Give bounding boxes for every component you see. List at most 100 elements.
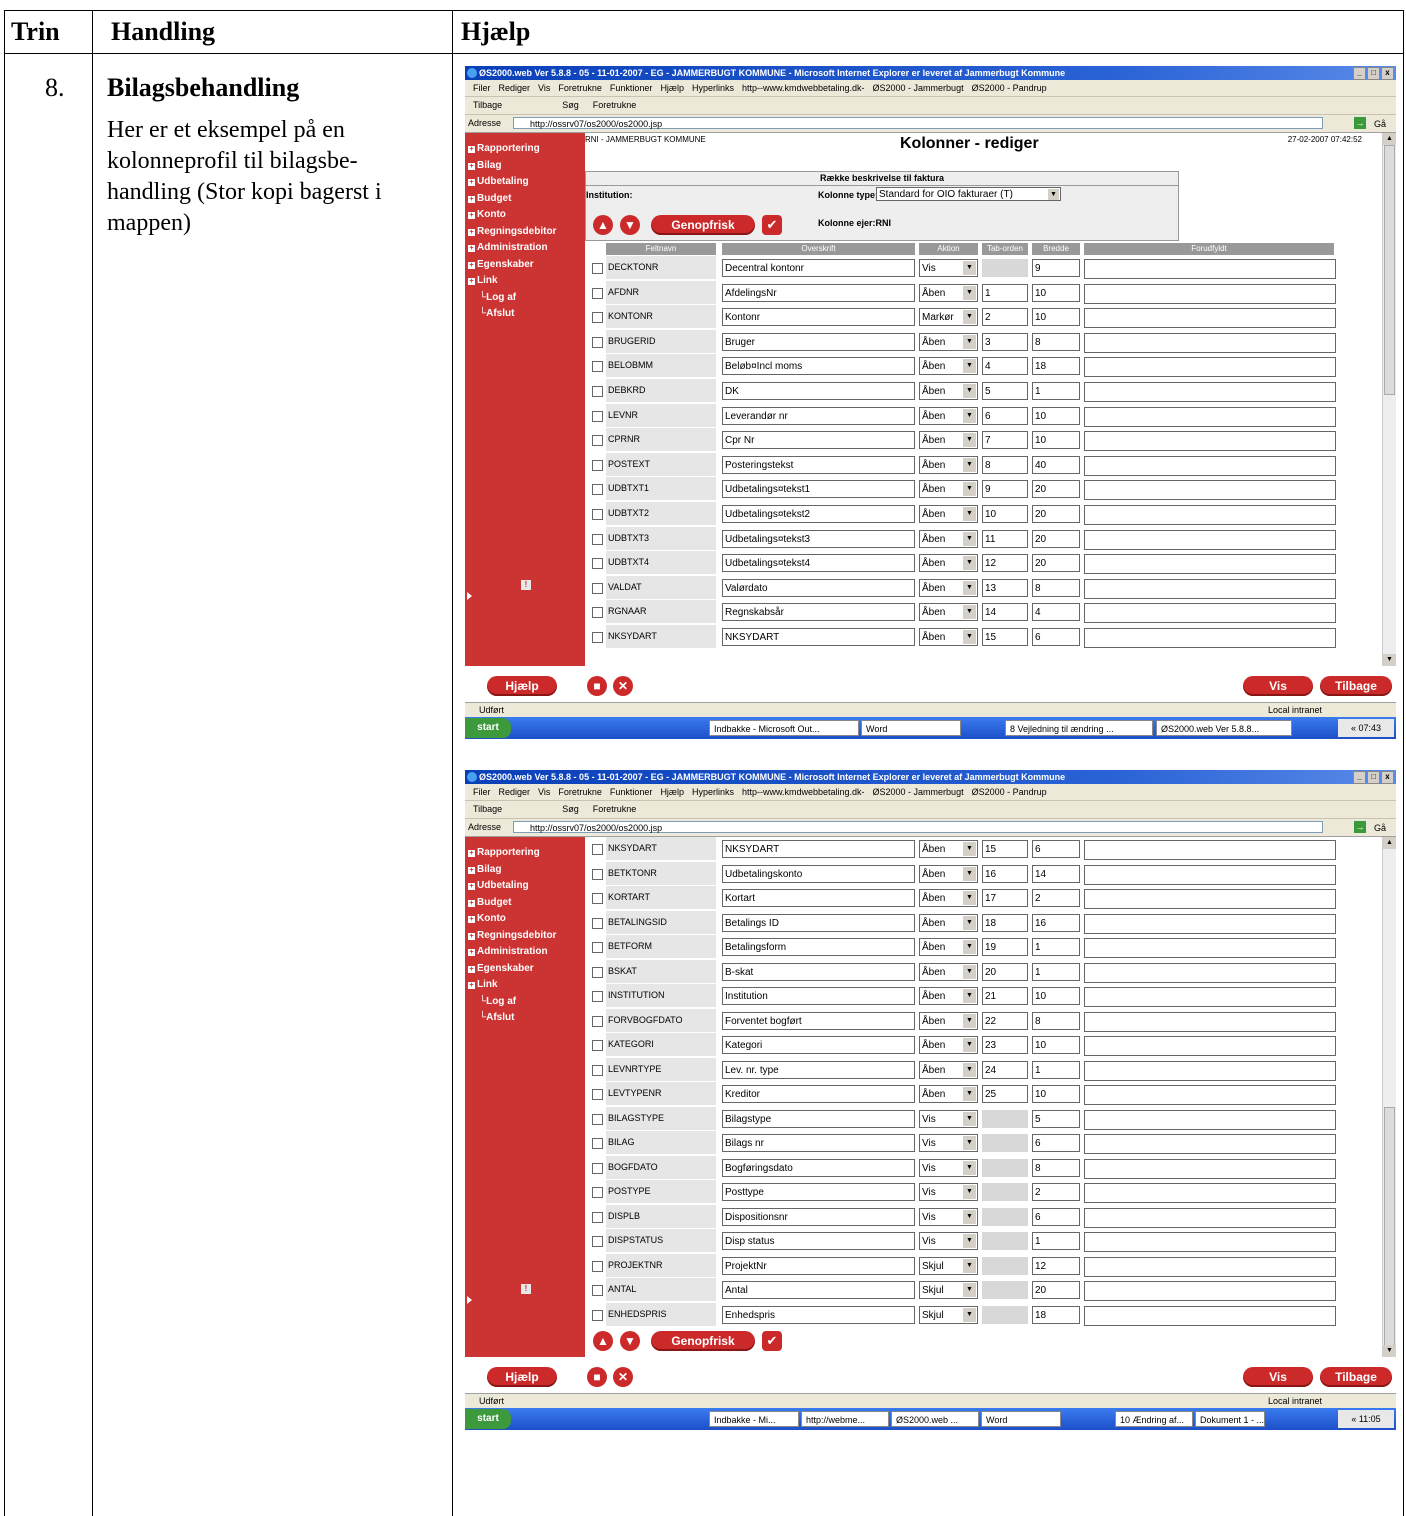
tab-order-input[interactable]: 23: [982, 1036, 1028, 1054]
action-select[interactable]: Vis ▼: [919, 1207, 978, 1226]
width-input[interactable]: 10: [1032, 308, 1080, 327]
width-input[interactable]: 1: [1032, 962, 1080, 981]
row-checkbox[interactable]: [592, 893, 603, 904]
row-checkbox[interactable]: [592, 509, 603, 520]
dropdown-arrow-icon[interactable]: ▼: [963, 915, 976, 930]
row-checkbox[interactable]: [592, 263, 603, 274]
action-select[interactable]: Åben ▼: [919, 283, 978, 302]
dropdown-arrow-icon[interactable]: ▼: [963, 1062, 976, 1077]
prefill-input[interactable]: [1084, 578, 1336, 599]
width-input[interactable]: 40: [1032, 455, 1080, 474]
info-icon[interactable]: !: [521, 580, 531, 590]
sidebar-item[interactable]: + Regningsdebitor: [468, 930, 556, 941]
action-select[interactable]: Skjul ▼: [919, 1281, 978, 1299]
prefill-input[interactable]: [1084, 1134, 1336, 1154]
sidebar-item[interactable]: └Log af: [479, 996, 516, 1007]
row-checkbox[interactable]: [592, 991, 603, 1002]
taskbar-item[interactable]: 10 Ændring af...: [1115, 1411, 1193, 1427]
taskbar-item[interactable]: http://webme...: [801, 1411, 889, 1427]
action-select[interactable]: Vis ▼: [919, 1183, 978, 1201]
go-button[interactable]: Gå: [1374, 820, 1386, 837]
prefill-input[interactable]: [1084, 480, 1336, 501]
heading-input[interactable]: Posttype: [722, 1183, 915, 1201]
prefill-input[interactable]: [1084, 1281, 1336, 1301]
tab-order-input[interactable]: 15: [982, 840, 1028, 858]
tab-order-input[interactable]: 4: [982, 357, 1028, 376]
tab-order-input[interactable]: 14: [982, 603, 1028, 622]
heading-input[interactable]: Cpr Nr: [722, 431, 915, 450]
heading-input[interactable]: Udbetalingskonto: [722, 864, 915, 883]
width-input[interactable]: 18: [1032, 1305, 1080, 1324]
dropdown-arrow-icon[interactable]: ▼: [963, 531, 976, 546]
dropdown-arrow-icon[interactable]: ▼: [963, 580, 976, 595]
heading-input[interactable]: DK: [722, 382, 915, 400]
heading-input[interactable]: Decentral kontonr: [722, 259, 915, 277]
width-input[interactable]: 20: [1032, 529, 1080, 548]
action-select[interactable]: Åben ▼: [919, 578, 978, 597]
scroll-thumb[interactable]: [1384, 145, 1395, 395]
action-select[interactable]: Åben ▼: [919, 603, 978, 622]
menu-item[interactable]: Rediger: [499, 83, 531, 93]
prefill-input[interactable]: [1084, 1183, 1336, 1203]
action-select[interactable]: Åben ▼: [919, 938, 978, 956]
scroll-down-icon[interactable]: ▼: [1383, 1345, 1396, 1357]
tab-order-input[interactable]: 7: [982, 431, 1028, 450]
prefill-input[interactable]: [1084, 431, 1336, 452]
menu-item[interactable]: Hyperlinks: [692, 83, 734, 93]
save-button[interactable]: ■: [587, 676, 607, 696]
width-input[interactable]: 4: [1032, 603, 1080, 622]
dropdown-arrow-icon[interactable]: ▼: [1048, 189, 1059, 200]
row-checkbox[interactable]: [592, 533, 603, 545]
dropdown-arrow-icon[interactable]: ▼: [963, 866, 976, 881]
row-checkbox[interactable]: [592, 582, 603, 594]
dropdown-arrow-icon[interactable]: ▼: [963, 359, 976, 374]
width-input[interactable]: 1: [1032, 938, 1080, 956]
heading-input[interactable]: Bruger: [722, 332, 915, 351]
collapse-arrow-icon[interactable]: [467, 1296, 472, 1304]
row-checkbox[interactable]: [592, 287, 603, 299]
dropdown-arrow-icon[interactable]: ▼: [963, 457, 976, 472]
info-icon[interactable]: !: [521, 1284, 531, 1294]
menu-item[interactable]: Vis: [538, 787, 550, 797]
collapse-arrow-icon[interactable]: [467, 592, 472, 600]
dropdown-arrow-icon[interactable]: ▼: [963, 310, 976, 325]
row-checkbox[interactable]: [592, 410, 603, 422]
heading-input[interactable]: Lev. nr. type: [722, 1060, 915, 1079]
sidebar-item[interactable]: + Konto: [468, 913, 506, 924]
cancel-button[interactable]: ✕: [613, 1367, 633, 1387]
tab-order-input[interactable]: 15: [982, 628, 1028, 646]
tab-order-input[interactable]: 10: [982, 505, 1028, 523]
width-input[interactable]: 18: [1032, 357, 1080, 376]
go-arrow-icon[interactable]: →: [1354, 117, 1366, 129]
menu-item[interactable]: Vis: [538, 83, 550, 93]
row-checkbox[interactable]: [592, 632, 603, 643]
heading-input[interactable]: Udbetalings¤tekst1: [722, 480, 915, 499]
menu-item[interactable]: ØS2000 - Pandrup: [972, 83, 1047, 93]
action-select[interactable]: Åben ▼: [919, 480, 978, 499]
prefill-input[interactable]: [1084, 1060, 1336, 1081]
taskbar-item[interactable]: Indbakke - Microsoft Out...: [709, 720, 859, 736]
dropdown-arrow-icon[interactable]: ▼: [963, 1136, 976, 1150]
prefill-input[interactable]: [1084, 382, 1336, 402]
heading-input[interactable]: Institution: [722, 987, 915, 1005]
row-checkbox[interactable]: [592, 1113, 603, 1125]
dropdown-arrow-icon[interactable]: ▼: [963, 482, 976, 497]
prefill-input[interactable]: [1084, 357, 1336, 378]
action-select[interactable]: Åben ▼: [919, 864, 978, 883]
width-input[interactable]: 6: [1032, 1134, 1080, 1152]
dropdown-arrow-icon[interactable]: ▼: [963, 433, 976, 448]
start-button[interactable]: start: [465, 1409, 511, 1429]
action-select[interactable]: Markør ▼: [919, 308, 978, 327]
check-button[interactable]: ✔: [762, 1331, 782, 1351]
action-select[interactable]: Åben ▼: [919, 628, 978, 646]
menu-item[interactable]: ØS2000 - Jammerbugt: [873, 83, 964, 93]
menu-item[interactable]: Filer: [473, 787, 491, 797]
taskbar-item[interactable]: ØS2000.web ...: [891, 1411, 979, 1427]
action-select[interactable]: Åben ▼: [919, 962, 978, 981]
row-checkbox[interactable]: [592, 459, 603, 471]
tab-order-input[interactable]: 24: [982, 1060, 1028, 1079]
prefill-input[interactable]: [1084, 1036, 1336, 1056]
sidebar-item[interactable]: + Udbetaling: [468, 176, 529, 187]
sidebar-item[interactable]: + Bilag: [468, 160, 501, 171]
action-select[interactable]: Skjul ▼: [919, 1305, 978, 1324]
